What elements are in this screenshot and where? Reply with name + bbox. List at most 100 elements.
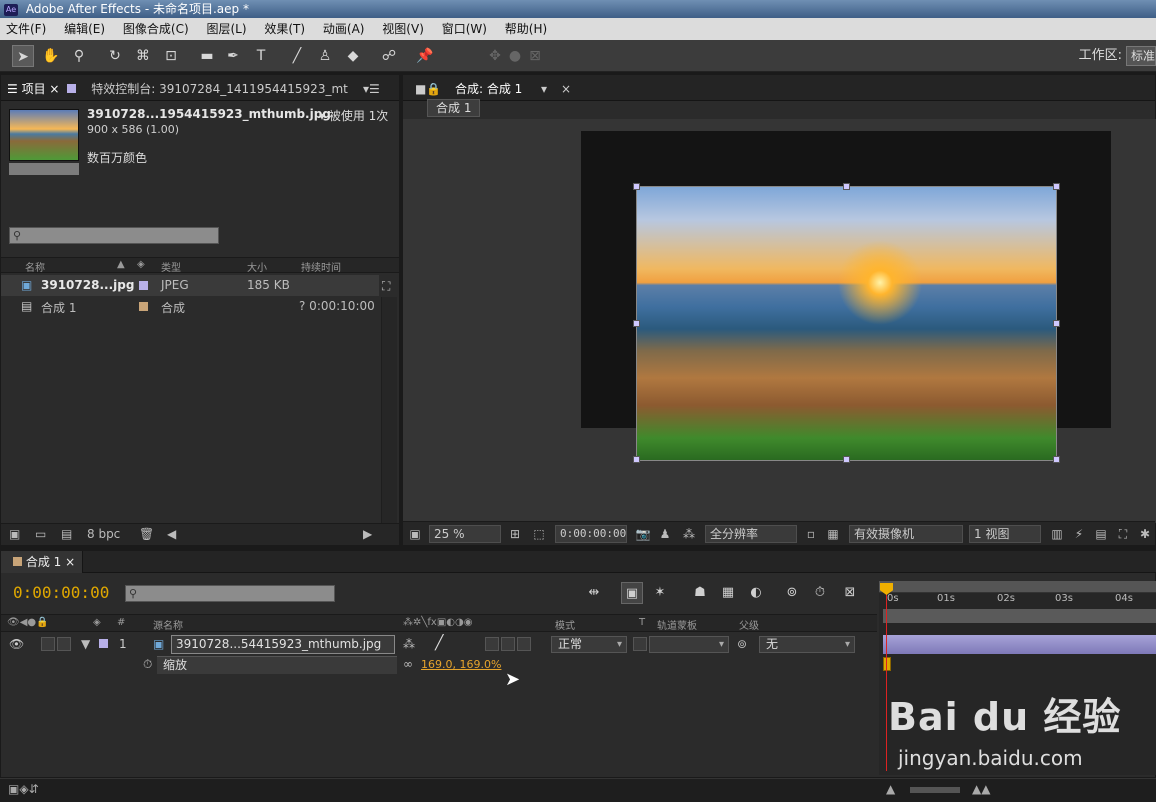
- frame-blend-switch[interactable]: [501, 637, 515, 651]
- blend-mode-select[interactable]: 正常: [551, 636, 627, 653]
- scale-value[interactable]: 169.0, 169.0%: [421, 658, 501, 671]
- transform-handle[interactable]: [1053, 456, 1060, 463]
- trash-icon[interactable]: 🗑: [139, 527, 154, 541]
- status-toggle-icons[interactable]: ▣◈⇵: [8, 782, 39, 796]
- transform-handle[interactable]: [633, 320, 640, 327]
- pen-tool-icon[interactable]: ✒: [222, 45, 244, 67]
- expand-triangle-icon[interactable]: ▼: [81, 637, 90, 651]
- timeline-toggle-icon[interactable]: ▤: [1093, 525, 1109, 543]
- column-name[interactable]: 名称: [25, 259, 45, 274]
- layer-image-preview[interactable]: [636, 186, 1057, 461]
- parent-pickwhip-icon[interactable]: ⊚: [737, 637, 747, 651]
- keyframe-marker-icon[interactable]: [883, 657, 891, 671]
- motion-blur-icon[interactable]: ◐: [745, 582, 767, 604]
- menu-window[interactable]: 窗口(W): [436, 18, 495, 40]
- camera-select[interactable]: 有效摄像机: [849, 525, 963, 543]
- clone-stamp-tool-icon[interactable]: ♙: [314, 45, 336, 67]
- axis-local-icon[interactable]: ✥: [484, 45, 506, 67]
- hand-tool-icon[interactable]: ✋: [40, 45, 62, 67]
- layer-duration-bar[interactable]: [883, 635, 1156, 654]
- column-source-name[interactable]: 源名称: [153, 617, 183, 632]
- project-item-footage[interactable]: ▣ 3910728...jpg JPEG 185 KB: [1, 275, 379, 296]
- label-color-swatch[interactable]: [139, 281, 148, 290]
- label-tag-icon[interactable]: ◈: [93, 617, 101, 628]
- column-size[interactable]: 大小: [247, 259, 267, 274]
- column-duration[interactable]: 持续时间: [301, 259, 341, 274]
- layer-label-swatch[interactable]: [99, 639, 108, 648]
- live-update-icon[interactable]: ▣: [621, 582, 643, 604]
- keyframe-graph-icon[interactable]: ⊠: [839, 582, 861, 604]
- column-number[interactable]: #: [117, 617, 125, 628]
- sort-arrow-icon[interactable]: ▲: [117, 259, 125, 270]
- flowchart-icon[interactable]: ⛶: [382, 279, 390, 294]
- eye-visibility-icon[interactable]: 👁: [9, 637, 24, 651]
- resolution-select[interactable]: 全分辨率: [705, 525, 797, 543]
- comp-dropdown-icon[interactable]: ▾: [541, 80, 547, 100]
- mask-visibility-icon[interactable]: ⬚: [531, 525, 547, 543]
- pixel-aspect-icon[interactable]: ▥: [1049, 525, 1065, 543]
- lock-toggle[interactable]: [57, 637, 71, 651]
- column-type[interactable]: 类型: [161, 259, 181, 274]
- menu-composition[interactable]: 图像合成(C): [117, 18, 197, 40]
- views-select[interactable]: 1 视图: [969, 525, 1041, 543]
- collapse-switch-icon[interactable]: ⁂: [403, 637, 415, 651]
- tab-composition[interactable]: 合成: 合成 1: [455, 80, 522, 100]
- frame-blending-icon[interactable]: ▦: [717, 582, 739, 604]
- eraser-tool-icon[interactable]: ◆: [342, 45, 364, 67]
- zoom-in-icon[interactable]: ▲▲: [972, 782, 990, 796]
- column-parent[interactable]: 父级: [739, 617, 759, 632]
- menu-effect[interactable]: 效果(T): [258, 18, 313, 40]
- transform-handle[interactable]: [1053, 183, 1060, 190]
- column-track-matte[interactable]: 轨道蒙板: [657, 617, 697, 632]
- draft-3d-icon[interactable]: ✶: [649, 582, 671, 604]
- safe-area-icon[interactable]: ⊞: [507, 525, 523, 543]
- lock-icon[interactable]: ■🔒: [415, 80, 441, 100]
- comp-mini-flowchart-icon[interactable]: ⇹: [583, 582, 605, 604]
- roto-brush-tool-icon[interactable]: ☍: [378, 45, 400, 67]
- layer-name[interactable]: 3910728...54415923_mthumb.jpg: [171, 635, 395, 654]
- work-area-bar[interactable]: [883, 609, 1156, 623]
- zoom-out-icon[interactable]: ▲: [886, 782, 895, 796]
- puppet-pin-tool-icon[interactable]: 📌: [414, 45, 436, 67]
- show-snapshot-icon[interactable]: ♟: [657, 525, 673, 543]
- menu-animation[interactable]: 动画(A): [317, 18, 373, 40]
- effect-switch[interactable]: [485, 637, 499, 651]
- region-of-interest-icon[interactable]: ▫: [803, 525, 819, 543]
- selection-tool-icon[interactable]: ➤: [12, 45, 34, 67]
- rectangle-tool-icon[interactable]: ▬: [196, 45, 218, 67]
- label-tag-icon[interactable]: ◈: [137, 259, 145, 270]
- label-color-swatch[interactable]: [139, 302, 148, 311]
- comp-breadcrumb[interactable]: 合成 1: [427, 99, 481, 117]
- column-trkmat-t[interactable]: T: [639, 617, 645, 628]
- panel-menu-icon[interactable]: ▾☰: [363, 80, 380, 100]
- color-channels-icon[interactable]: ⁂: [681, 525, 697, 543]
- column-mode[interactable]: 模式: [555, 617, 575, 632]
- transform-handle[interactable]: [633, 456, 640, 463]
- motion-blur-switch[interactable]: [517, 637, 531, 651]
- switches-icons[interactable]: ⁂✲╲fx▣◐◑◉: [403, 617, 472, 628]
- camera-tool-icon[interactable]: ⌘: [132, 45, 154, 67]
- brush-tool-icon[interactable]: ╱: [286, 45, 308, 67]
- scroll-right-icon[interactable]: ▶: [363, 527, 372, 541]
- interpret-footage-icon[interactable]: ▣: [9, 527, 20, 541]
- track-matte-select[interactable]: [649, 636, 729, 653]
- new-composition-icon[interactable]: ▤: [61, 527, 72, 541]
- current-time-display[interactable]: 0:00:00:00: [13, 583, 109, 602]
- parent-select[interactable]: 无: [759, 636, 855, 653]
- graph-editor-icon[interactable]: ⊚: [781, 582, 803, 604]
- quality-switch-icon[interactable]: ╱: [435, 635, 443, 651]
- new-folder-icon[interactable]: ▭: [35, 527, 46, 541]
- always-preview-icon[interactable]: ▣: [407, 525, 423, 543]
- snapshot-icon[interactable]: 📷: [635, 525, 651, 543]
- text-tool-icon[interactable]: T: [250, 45, 272, 67]
- axis-view-icon[interactable]: ⊠: [524, 45, 546, 67]
- tab-effect-controls[interactable]: 特效控制台: 39107284_1411954415923_mt: [67, 80, 348, 100]
- pan-behind-tool-icon[interactable]: ⊡: [160, 45, 182, 67]
- transform-handle[interactable]: [843, 456, 850, 463]
- time-navigator[interactable]: [879, 581, 1156, 593]
- current-time-indicator[interactable]: [886, 585, 887, 771]
- viewer-timecode[interactable]: 0:00:00:00: [555, 525, 627, 543]
- constrain-proportions-icon[interactable]: ∞: [403, 657, 413, 671]
- zoom-select[interactable]: 25 %: [429, 525, 501, 543]
- project-scrollbar[interactable]: [381, 297, 397, 523]
